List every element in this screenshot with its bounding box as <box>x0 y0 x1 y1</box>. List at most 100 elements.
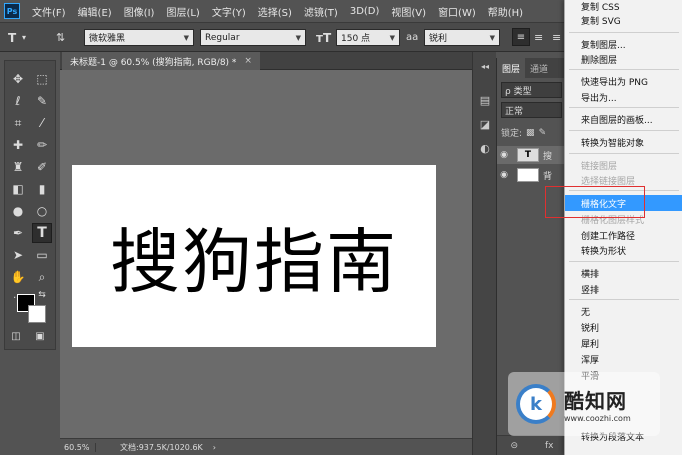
close-icon[interactable]: × <box>244 56 252 66</box>
align-right-icon[interactable]: ≡ <box>552 31 561 44</box>
font-family-select[interactable]: 微软雅黑 ▼ <box>84 29 194 46</box>
menu-item-rasterize-type[interactable]: 栅格化文字 <box>565 195 682 211</box>
quick-select-tool-icon[interactable]: ✎ <box>32 91 52 111</box>
font-size-icon: тT <box>316 31 332 45</box>
swap-colors-icon[interactable]: ⇆ <box>35 289 49 301</box>
font-style-select[interactable]: Regular ▼ <box>200 29 306 46</box>
menu-layer[interactable]: 图层(L) <box>160 4 205 19</box>
zoom-tool-icon[interactable]: ⌕ <box>32 267 52 287</box>
move-tool-icon[interactable]: ✥ <box>8 69 28 89</box>
antialias-icon: aa <box>406 32 419 43</box>
menu-file[interactable]: 文件(F) <box>26 4 72 19</box>
document-tab[interactable]: 未标题-1 @ 60.5% (搜狗指南, RGB/8) * × <box>62 52 260 70</box>
lock-pixels-icon[interactable]: ✎ <box>539 128 547 138</box>
menu-item-aa-none[interactable]: 无 <box>565 303 682 319</box>
align-left-icon[interactable]: ≡ <box>512 28 530 46</box>
marquee-tool-icon[interactable]: ⬚ <box>32 69 52 89</box>
link-layers-icon[interactable]: ⊝ <box>510 441 518 451</box>
background-layer-thumbnail <box>517 168 539 182</box>
menu-separator <box>569 299 679 300</box>
menu-separator <box>569 69 679 70</box>
font-size-select[interactable]: 150 点 ▼ <box>336 29 400 46</box>
tab-channels[interactable]: 通道 <box>525 62 553 75</box>
hand-tool-icon[interactable]: ✋ <box>8 267 28 287</box>
history-brush-tool-icon[interactable]: ✐ <box>32 157 52 177</box>
blur-tool-icon[interactable]: ● <box>8 201 28 221</box>
eye-icon[interactable]: ◉ <box>497 170 511 180</box>
menu-select[interactable]: 选择(S) <box>252 4 298 19</box>
gradient-tool-icon[interactable]: ▮ <box>32 179 52 199</box>
eraser-tool-icon[interactable]: ◧ <box>8 179 28 199</box>
menu-item-copy-svg[interactable]: 复制 SVG <box>565 12 682 28</box>
menu-item-horizontal[interactable]: 横排 <box>565 265 682 281</box>
eyedropper-tool-icon[interactable]: ⁄ <box>32 113 52 133</box>
type-tool-icon[interactable]: T <box>8 31 16 45</box>
menu-item-delete-layer[interactable]: 删除图层 <box>565 51 682 67</box>
collapsed-panel-dock: ◂◂ ▤ ◪ ◐ <box>472 52 496 455</box>
font-style-value: Regular <box>205 32 240 43</box>
history-panel-icon[interactable]: ▤ <box>476 92 494 108</box>
stamp-tool-icon[interactable]: ♜ <box>8 157 28 177</box>
watermark: k 酷知网 www.coozhi.com <box>508 372 660 436</box>
lasso-tool-icon[interactable]: ℓ <box>8 91 28 111</box>
menu-separator <box>569 261 679 262</box>
crop-tool-icon[interactable]: ⌗ <box>8 113 28 133</box>
type-tool-icon[interactable]: T <box>32 223 52 243</box>
tab-layers[interactable]: 图层 <box>497 58 526 78</box>
document-canvas[interactable]: 搜狗指南 <box>72 165 436 347</box>
menu-separator <box>569 153 679 154</box>
menu-item-quick-export-png[interactable]: 快速导出为 PNG <box>565 73 682 89</box>
tool-preset-chevron-icon[interactable]: ▾ <box>22 33 26 42</box>
menu-3d[interactable]: 3D(D) <box>344 6 386 17</box>
menu-item-export-as[interactable]: 导出为... <box>565 89 682 105</box>
chevron-right-icon[interactable]: › <box>213 443 216 452</box>
menu-item-aa-crisp[interactable]: 犀利 <box>565 335 682 351</box>
text-orientation-icon[interactable]: ⇅ <box>56 31 65 44</box>
properties-panel-icon[interactable]: ◪ <box>476 116 494 132</box>
menu-item-rasterize-layer-style: 栅格化图层样式 <box>581 215 645 226</box>
menu-item-vertical[interactable]: 竖排 <box>565 281 682 297</box>
dodge-tool-icon[interactable]: ○ <box>32 201 52 221</box>
menu-item-convert-smart-object[interactable]: 转换为智能对象 <box>565 134 682 150</box>
menu-item-create-work-path[interactable]: 创建工作路径 <box>565 227 682 243</box>
screen-mode-icon[interactable]: ▣ <box>32 329 48 343</box>
adjustments-panel-icon[interactable]: ◐ <box>476 140 494 156</box>
menu-window[interactable]: 窗口(W) <box>432 4 482 19</box>
brush-tool-icon[interactable]: ✏ <box>32 135 52 155</box>
rectangle-tool-icon[interactable]: ▭ <box>32 245 52 265</box>
menu-help[interactable]: 帮助(H) <box>482 4 529 19</box>
antialias-select[interactable]: 锐利 ▼ <box>424 29 500 46</box>
align-center-icon[interactable]: ≡ <box>534 31 543 44</box>
healing-tool-icon[interactable]: ✚ <box>8 135 28 155</box>
menu-item-aa-sharp[interactable]: 锐利 <box>565 319 682 335</box>
zoom-level-field[interactable]: 60.5% <box>62 442 96 452</box>
menu-item-convert-to-shape[interactable]: 转换为形状 <box>565 242 682 258</box>
quick-mask-icon[interactable]: ◫ <box>8 329 24 343</box>
menu-edit[interactable]: 编辑(E) <box>72 4 118 19</box>
menu-type[interactable]: 文字(Y) <box>206 4 252 19</box>
eye-icon[interactable]: ◉ <box>497 150 511 160</box>
menu-item-artboard-from-layers[interactable]: 来自图层的画板... <box>565 111 682 127</box>
pen-tool-icon[interactable]: ✒ <box>8 223 28 243</box>
toolbox: ✥ ⬚ ℓ ✎ ⌗ ⁄ ✚ ✏ ♜ ✐ ◧ ▮ ● ○ ✒ T ➤ ▭ ✋ ⌕ … <box>4 60 56 350</box>
watermark-text: 酷知网 www.coozhi.com <box>564 385 631 423</box>
menu-image[interactable]: 图像(I) <box>118 4 161 19</box>
blend-mode-select[interactable]: 正常 <box>501 102 562 118</box>
font-family-value: 微软雅黑 <box>89 34 126 44</box>
chevron-down-icon: ▼ <box>389 33 395 42</box>
lock-transparency-icon[interactable]: ▩ <box>526 128 535 138</box>
layer-row-background[interactable]: ◉ 背 <box>497 166 567 184</box>
menu-separator <box>569 130 679 131</box>
menu-view[interactable]: 视图(V) <box>385 4 432 19</box>
layer-filter-select[interactable]: ρ 类型 <box>501 82 562 98</box>
background-color-swatch[interactable] <box>28 305 46 323</box>
path-select-tool-icon[interactable]: ➤ <box>8 245 28 265</box>
document-tab-bar: 未标题-1 @ 60.5% (搜狗指南, RGB/8) * × <box>60 52 472 70</box>
menu-item-aa-strong[interactable]: 浑厚 <box>565 351 682 367</box>
menu-item-duplicate-layer[interactable]: 复制图层... <box>565 36 682 52</box>
collapse-arrow-icon[interactable]: ◂◂ <box>476 58 494 74</box>
layer-row-text[interactable]: ◉ T 搜 <box>497 146 567 164</box>
chevron-down-icon: ▼ <box>295 33 301 42</box>
fx-icon[interactable]: fx <box>545 441 554 451</box>
menu-filter[interactable]: 滤镜(T) <box>298 4 344 19</box>
